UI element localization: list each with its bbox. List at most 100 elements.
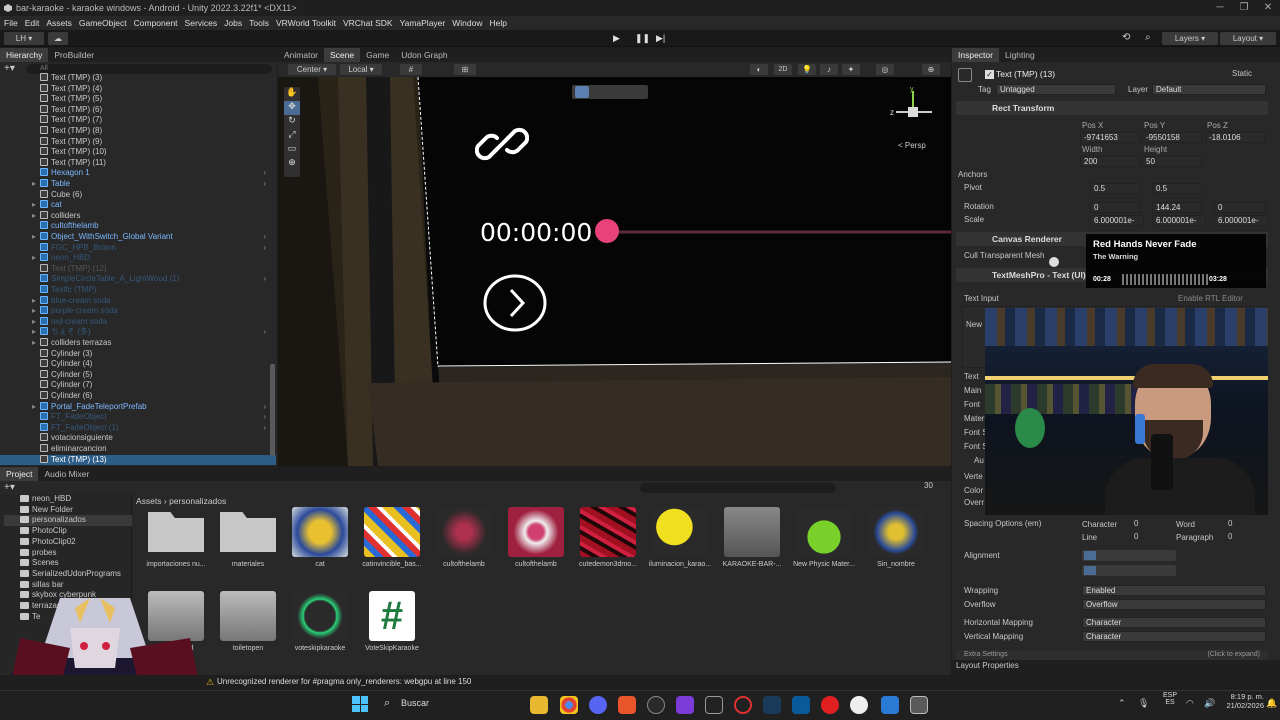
space-local-dropdown[interactable]: Local ▾	[340, 64, 382, 75]
width-field[interactable]: 200	[1080, 156, 1140, 167]
hidden-objects-icon[interactable]: ◎	[876, 64, 894, 75]
cloud-icon[interactable]: ☁	[48, 32, 68, 45]
hierarchy-item[interactable]: ▸ Portal_FadeTeleportPrefab ›	[0, 401, 276, 413]
scale-tool-icon[interactable]: ⤢	[284, 129, 300, 143]
character-spacing-field[interactable]: 0	[1134, 519, 1174, 529]
extra-settings-header[interactable]: Extra Settings (Click to expand)	[956, 650, 1268, 660]
menu-item-12[interactable]: Help	[489, 18, 506, 28]
asset-item[interactable]: cultofthelamb	[500, 507, 572, 568]
foldout-icon[interactable]: ▸	[32, 253, 36, 264]
mode-2d-button[interactable]: 2D	[774, 64, 792, 75]
project-folder-item[interactable]: personalizados	[4, 515, 132, 527]
hierarchy-item[interactable]: FT_FadeObject ›	[0, 412, 276, 423]
asset-item[interactable]: materiales	[212, 507, 284, 568]
progress-knob[interactable]	[595, 219, 619, 243]
unity-editor-icon[interactable]	[910, 696, 928, 714]
tool-palette[interactable]: ✋ ✥ ↻ ⤢ ▭ ⊕	[284, 87, 300, 177]
hand-tool-icon[interactable]: ✋	[284, 87, 300, 101]
volume-icon[interactable]: 🔊	[1204, 698, 1215, 709]
tab-scene[interactable]: Scene	[324, 48, 361, 62]
capcut-icon[interactable]	[705, 696, 723, 714]
menu-item-5[interactable]: Services	[185, 18, 218, 28]
tag-dropdown[interactable]: Untagged	[996, 84, 1116, 95]
tab-lighting[interactable]: Lighting	[999, 48, 1041, 62]
asset-item[interactable]: # VoteSkipKaraoke	[356, 591, 428, 652]
hierarchy-item[interactable]: ▸ purple-cream soda	[0, 306, 276, 317]
shading-icon[interactable]: ◐	[750, 64, 768, 75]
hierarchy-item[interactable]: votacionsiguiente	[0, 433, 276, 444]
grid-icon[interactable]: #	[400, 64, 422, 75]
pause-icon[interactable]: ❚❚	[635, 33, 650, 43]
hierarchy-item[interactable]: eliminarcancion	[0, 444, 276, 455]
lighting-icon[interactable]: 💡	[798, 64, 816, 75]
hierarchy-item[interactable]: Text (TMP) (5)	[0, 94, 276, 105]
menu-item-4[interactable]: Component	[134, 18, 178, 28]
menu-item-6[interactable]: Jobs	[224, 18, 242, 28]
hmap-dropdown[interactable]: Character	[1082, 617, 1266, 628]
hierarchy-item[interactable]: ▸ neon_HBD	[0, 253, 276, 264]
hierarchy-item[interactable]: FT_FadeObject (1) ›	[0, 422, 276, 434]
discord-icon[interactable]	[589, 696, 607, 714]
pivot-y-field[interactable]: 0.5	[1152, 183, 1202, 194]
anchors-row[interactable]: Anchors	[958, 169, 1268, 181]
wifi-icon[interactable]: ◠	[1186, 698, 1194, 709]
blender-icon[interactable]	[881, 696, 899, 714]
prefab-open-icon[interactable]: ›	[263, 274, 266, 285]
height-field[interactable]: 50	[1142, 156, 1202, 167]
history-icon[interactable]: ⟲	[1122, 32, 1130, 43]
hierarchy-item[interactable]: Textfc (TMP)	[0, 285, 276, 296]
hierarchy-item[interactable]: SimpleCircleTable_A_LightWood (1) ›	[0, 274, 276, 285]
asset-item[interactable]: catinvincible_bas...	[356, 507, 428, 568]
language-indicator[interactable]: ESP ES	[1160, 692, 1180, 706]
close-button[interactable]: ✕	[1256, 0, 1280, 16]
scale-y-field[interactable]: 6.000001e-	[1152, 215, 1206, 226]
hierarchy-item[interactable]: Text (TMP) (11)	[0, 157, 276, 169]
menu-item-2[interactable]: Assets	[46, 18, 72, 28]
prefab-open-icon[interactable]: ›	[263, 412, 266, 423]
gizmos-icon[interactable]: ⊕	[922, 64, 940, 75]
project-folder-item[interactable]: Scenes	[4, 558, 132, 569]
scene-viewport[interactable]: 00:00:00 ✋ ✥ ↻ ⤢ ▭ ⊕ zy < Persp	[278, 77, 951, 466]
clock[interactable]: 8:19 p. m. 21/02/2026	[1222, 692, 1264, 710]
asset-item[interactable]: New Physic Mater...	[788, 507, 860, 568]
tab-game[interactable]: Game	[360, 48, 395, 62]
chrome-icon[interactable]	[560, 696, 578, 714]
move-tool-icon[interactable]: ✥	[284, 101, 300, 115]
hierarchy-item[interactable]: ▸ colliders	[0, 210, 276, 222]
layer-dropdown[interactable]: Default	[1152, 84, 1266, 95]
search-icon[interactable]: ⌕	[1145, 32, 1151, 43]
asset-item[interactable]: importaciones nu...	[140, 507, 212, 568]
steam-icon[interactable]	[763, 696, 781, 714]
prefab-open-icon[interactable]: ›	[263, 243, 266, 254]
asset-item[interactable]: cat	[284, 507, 356, 568]
rect-tools-overlay[interactable]	[572, 85, 648, 99]
hierarchy-item[interactable]: ▸ blue-cream soda	[0, 295, 276, 307]
hierarchy-scrollbar[interactable]	[270, 364, 275, 456]
play-icon[interactable]: ▶	[613, 33, 623, 43]
foldout-icon[interactable]: ▸	[32, 232, 36, 243]
hierarchy-item[interactable]: Text (TMP) (12)	[0, 263, 276, 275]
prefab-open-icon[interactable]: ›	[263, 232, 266, 243]
prefab-open-icon[interactable]: ›	[263, 179, 266, 190]
maximize-button[interactable]: ❐	[1232, 0, 1256, 16]
hierarchy-item[interactable]: cultofthelamb	[0, 221, 276, 232]
pivot-center-dropdown[interactable]: Center ▾	[288, 64, 336, 75]
hierarchy-item[interactable]: Text (TMP) (6)	[0, 104, 276, 116]
active-checkbox[interactable]: ✓	[985, 70, 994, 79]
pos-y-field[interactable]: -9550158	[1142, 132, 1202, 143]
menu-item-10[interactable]: YamaPlayer	[400, 18, 446, 28]
mic-icon[interactable]: 🎙	[1138, 698, 1149, 709]
scale-x-field[interactable]: 6.000001e-	[1090, 215, 1144, 226]
opera-icon[interactable]	[734, 696, 752, 714]
asset-item[interactable]: toiletopen	[212, 591, 284, 652]
hierarchy-item[interactable]: Text (TMP) (9)	[0, 136, 276, 148]
tray-chevron-icon[interactable]: ⌃	[1118, 698, 1126, 709]
pos-x-field[interactable]: -9741653	[1080, 132, 1140, 143]
asset-item[interactable]: cutedemon3dmo...	[572, 507, 644, 568]
hierarchy-item[interactable]: Cylinder (6)	[0, 391, 276, 402]
menu-item-7[interactable]: Tools	[249, 18, 269, 28]
hierarchy-item[interactable]: ▸ Table ›	[0, 179, 276, 190]
tab-inspector[interactable]: Inspector	[952, 48, 999, 62]
hierarchy-item[interactable]: Text (TMP) (7)	[0, 115, 276, 126]
tab-hierarchy[interactable]: Hierarchy	[0, 48, 49, 62]
